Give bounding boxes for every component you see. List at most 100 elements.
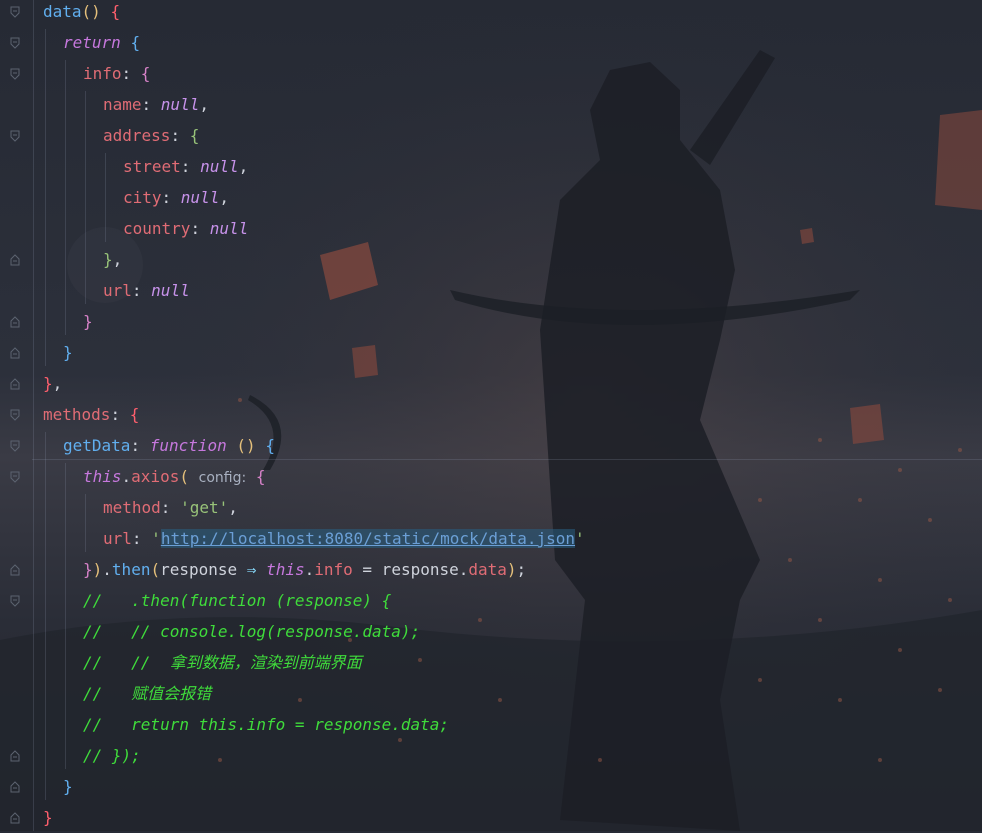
code-token: () <box>81 2 101 21</box>
code-line[interactable]: name: null, <box>103 89 209 120</box>
code-token: url <box>103 281 132 300</box>
code-line[interactable]: // // 拿到数据，渲染到前端界面 <box>83 647 362 678</box>
code-token: . <box>102 560 112 579</box>
code-token: null <box>151 281 190 300</box>
code-token: address <box>103 126 171 145</box>
code-token: ) <box>506 560 517 579</box>
code-token: : <box>131 529 152 548</box>
code-line[interactable]: } <box>63 337 73 368</box>
code-line[interactable]: address: { <box>103 120 199 151</box>
code-token: { <box>130 33 141 52</box>
fold-open-icon[interactable] <box>10 471 20 483</box>
code-token: } <box>83 560 93 579</box>
code-token: null <box>209 219 249 238</box>
indent-guide <box>65 60 66 335</box>
code-line[interactable]: country: null <box>123 213 248 244</box>
code-line[interactable]: url: null <box>103 275 190 306</box>
fold-open-icon[interactable] <box>10 595 20 607</box>
fold-open-icon[interactable] <box>10 68 20 80</box>
indent-guide <box>65 463 66 769</box>
code-line[interactable]: methods: { <box>43 399 139 430</box>
code-token: this <box>266 560 305 579</box>
code-line[interactable]: getData: function () { <box>63 430 275 461</box>
code-line[interactable]: url: 'http://localhost:8080/static/mock/… <box>103 523 585 554</box>
fold-close-icon[interactable] <box>10 812 20 824</box>
code-token: axios <box>131 467 180 486</box>
code-token: , <box>199 95 209 114</box>
code-line[interactable]: } <box>83 306 93 337</box>
code-token: ; <box>516 560 527 579</box>
code-line[interactable]: } <box>63 771 73 802</box>
gutter-border <box>33 0 34 831</box>
code-token: , <box>228 498 238 517</box>
code-token: ( <box>150 560 161 579</box>
code-token: , <box>112 250 123 269</box>
code-comment: // .then(function (response) { <box>83 591 392 610</box>
code-comment: // // 拿到数据，渲染到前端界面 <box>83 653 362 672</box>
fold-close-icon[interactable] <box>10 781 20 793</box>
code-token: { <box>110 2 121 21</box>
indent-guide <box>45 432 46 800</box>
code-token: () <box>236 436 256 455</box>
code-line[interactable]: }, <box>103 244 122 275</box>
code-line[interactable]: // }); <box>83 740 141 771</box>
code-line[interactable]: city: null, <box>123 182 229 213</box>
code-token: } <box>103 250 113 269</box>
code-comment: // }); <box>83 746 141 765</box>
fold-close-icon[interactable] <box>10 750 20 762</box>
code-token: = response. <box>352 560 469 579</box>
code-token: response <box>160 560 247 579</box>
code-token: { <box>189 126 200 145</box>
code-line[interactable]: } <box>43 802 53 833</box>
fold-close-icon[interactable] <box>10 316 20 328</box>
code-token: : <box>190 219 210 238</box>
fold-close-icon[interactable] <box>10 254 20 266</box>
code-line[interactable]: // 赋值会报错 <box>83 678 211 709</box>
code-line[interactable]: info: { <box>83 58 150 89</box>
code-token: ' <box>151 529 161 548</box>
code-token: , <box>52 374 63 393</box>
fold-open-icon[interactable] <box>10 440 20 452</box>
fold-open-icon[interactable] <box>10 6 20 18</box>
code-token: { <box>140 64 151 83</box>
code-editor[interactable]: data() {return {info: {name: null, addres… <box>0 0 982 831</box>
code-line[interactable]: }, <box>43 368 62 399</box>
code-line[interactable]: // return this.info = response.data; <box>83 709 449 740</box>
code-token: methods <box>43 405 111 424</box>
code-line[interactable]: }).then(response ⇒ this.info = response.… <box>83 554 526 585</box>
code-token: ( <box>179 467 189 486</box>
url-link[interactable]: http://localhost:8080/static/mock/data.j… <box>160 529 576 548</box>
code-line[interactable]: method: 'get', <box>103 492 238 523</box>
code-line[interactable]: this.axios( config: { <box>83 461 265 492</box>
fold-open-icon[interactable] <box>10 130 20 142</box>
code-token: url <box>103 529 132 548</box>
code-token: { <box>265 436 275 455</box>
fold-close-icon[interactable] <box>10 378 20 390</box>
code-token: . <box>304 560 315 579</box>
code-token: : <box>130 436 150 455</box>
code-token: ⇒ <box>246 560 257 579</box>
code-comment: // return this.info = response.data; <box>83 715 450 734</box>
code-token: : <box>160 498 181 517</box>
code-token: { <box>255 467 266 486</box>
code-line[interactable]: street: null, <box>123 151 248 182</box>
code-token: , <box>238 157 249 176</box>
code-token: getData <box>63 436 131 455</box>
code-comment: // 赋值会报错 <box>83 684 212 703</box>
code-line[interactable]: return { <box>63 27 140 58</box>
indent-guide <box>45 29 46 366</box>
code-token: info <box>83 64 122 83</box>
fold-close-icon[interactable] <box>10 347 20 359</box>
fold-open-icon[interactable] <box>10 409 20 421</box>
fold-open-icon[interactable] <box>10 37 20 49</box>
code-line[interactable]: data() { <box>43 0 120 27</box>
code-token: { <box>129 405 140 424</box>
fold-close-icon[interactable] <box>10 564 20 576</box>
code-line[interactable]: // // console.log(response.data); <box>83 616 420 647</box>
code-line[interactable]: // .then(function (response) { <box>83 585 391 616</box>
